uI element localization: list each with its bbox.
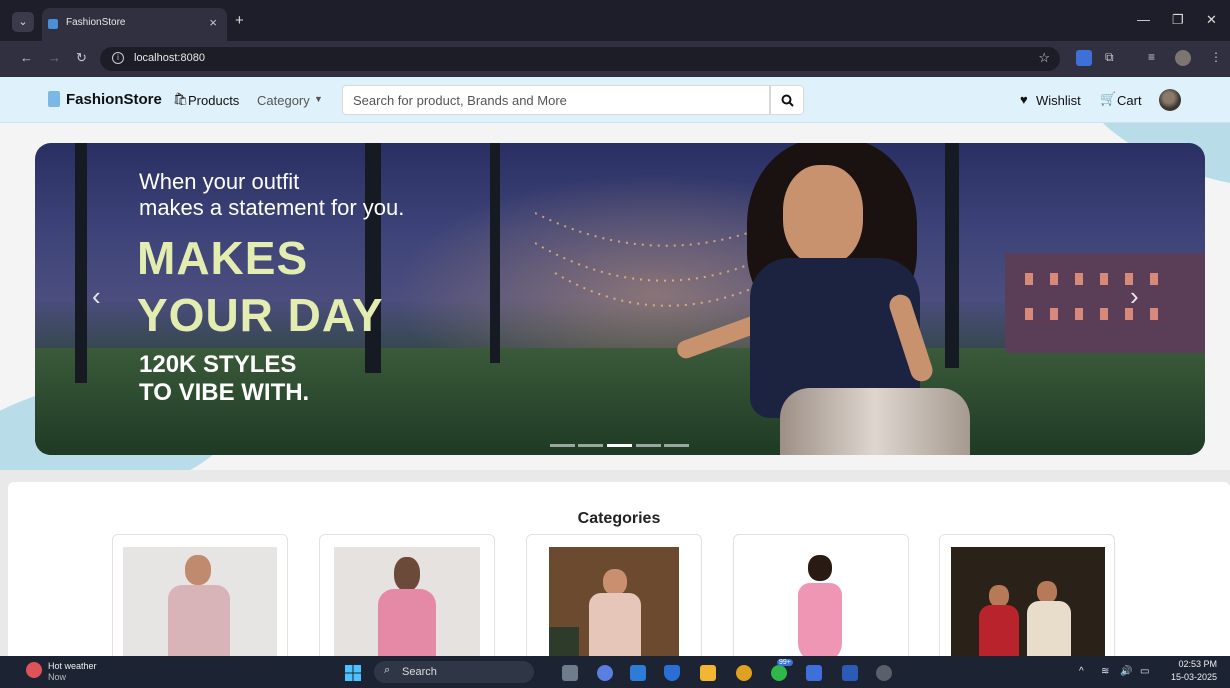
banner-tree — [945, 143, 959, 368]
word-icon[interactable] — [842, 665, 858, 681]
window-close-icon[interactable]: ✕ — [1206, 12, 1217, 28]
search-button[interactable] — [770, 85, 804, 115]
notification-badge: 99+ — [777, 659, 793, 666]
carousel-indicator[interactable] — [550, 444, 575, 447]
profile-avatar-icon[interactable] — [1175, 50, 1191, 66]
search-icon — [781, 94, 794, 107]
carousel-prev-icon[interactable]: ‹ — [92, 281, 101, 312]
back-icon[interactable]: ← — [20, 50, 33, 65]
string-lights — [535, 212, 775, 307]
tab-title: FashionStore — [66, 17, 126, 28]
minimize-icon[interactable]: — — [1137, 12, 1150, 27]
forward-icon[interactable]: → — [48, 50, 61, 65]
category-card-men[interactable] — [112, 534, 288, 664]
hero-section: When your outfit makes a statement for y… — [0, 123, 1230, 470]
browser-tab[interactable]: FashionStore × — [42, 8, 227, 41]
category-image — [744, 547, 898, 663]
weather-title[interactable]: Hot weather — [48, 661, 97, 671]
search-input[interactable] — [342, 85, 770, 115]
address-bar[interactable]: i localhost:8080 ☆ — [100, 47, 1060, 71]
restore-icon[interactable]: ❐ — [1172, 12, 1184, 28]
carousel-next-icon[interactable]: › — [1130, 281, 1139, 312]
file-explorer-icon[interactable] — [700, 665, 716, 681]
model-face — [783, 165, 863, 265]
nav-products-link[interactable]: Products — [188, 93, 239, 108]
brand-logo[interactable]: FashionStore — [66, 91, 162, 108]
os-taskbar: Hot weather Now ⌕ Search 99+ ^ ≋ 🔊 ▭ 02:… — [0, 656, 1230, 688]
category-card-women[interactable] — [319, 534, 495, 664]
banner-building — [1005, 253, 1205, 353]
category-image — [123, 547, 277, 663]
new-tab-icon[interactable]: + — [235, 12, 244, 29]
site-navbar: FashionStore 🛍 Products Category ▼ ♥ Wis… — [0, 77, 1230, 123]
weather-icon[interactable] — [26, 662, 42, 678]
tab-search-button[interactable]: ⌄ — [12, 12, 34, 32]
carousel-indicator[interactable] — [664, 444, 689, 447]
reload-icon[interactable]: ↻ — [76, 50, 87, 66]
model-skirt — [780, 388, 970, 455]
category-card-girls[interactable] — [733, 534, 909, 664]
whatsapp-icon[interactable] — [771, 665, 787, 681]
shopping-bag-icon — [48, 91, 60, 107]
hero-subheadline-2: TO VIBE WITH. — [139, 379, 310, 406]
categories-title: Categories — [577, 510, 661, 527]
products-bag-icon: 🛍 — [173, 92, 189, 106]
carousel-indicator[interactable] — [636, 444, 661, 447]
taskbar-search-label: Search — [402, 666, 437, 678]
bookmark-star-icon[interactable]: ☆ — [1038, 50, 1050, 66]
category-image — [334, 547, 480, 663]
category-image — [549, 547, 679, 663]
cart-link[interactable]: Cart — [1117, 93, 1142, 108]
browser-menu-icon[interactable]: ⋮ — [1210, 50, 1222, 64]
carousel-indicator[interactable] — [578, 444, 603, 447]
clock-date[interactable]: 15-03-2025 — [1165, 672, 1217, 682]
wishlist-link[interactable]: Wishlist — [1036, 93, 1081, 108]
weather-status: Now — [48, 672, 67, 682]
store-icon[interactable] — [630, 665, 646, 681]
defender-icon[interactable] — [664, 665, 680, 681]
heart-icon[interactable]: ♥ — [1020, 92, 1028, 107]
extensions-puzzle-icon[interactable]: ⧉ — [1105, 50, 1114, 65]
hero-banner[interactable]: When your outfit makes a statement for y… — [35, 143, 1205, 455]
search-icon: ⌕ — [384, 664, 391, 676]
copilot-icon[interactable] — [597, 665, 613, 681]
caret-down-icon[interactable]: ▼ — [314, 94, 323, 104]
carousel-indicator-active[interactable] — [607, 444, 632, 447]
address-url[interactable]: localhost:8080 — [134, 52, 205, 64]
wifi-icon[interactable]: ≋ — [1101, 666, 1109, 677]
app-icon[interactable] — [806, 665, 822, 681]
settings-icon[interactable] — [876, 665, 892, 681]
category-card-wedding[interactable] — [939, 534, 1115, 664]
user-avatar[interactable] — [1159, 89, 1181, 111]
extension-icon[interactable] — [1076, 50, 1092, 66]
cart-icon[interactable]: 🛒 — [1100, 91, 1116, 107]
taskbar-search[interactable]: ⌕ Search — [374, 661, 534, 683]
reading-list-icon[interactable]: ≡ — [1148, 50, 1155, 64]
category-image — [951, 547, 1105, 663]
tray-chevron-icon[interactable]: ^ — [1079, 666, 1084, 677]
nav-category-dropdown[interactable]: Category — [257, 93, 310, 108]
chrome-icon[interactable] — [736, 665, 752, 681]
browser-tab-strip: ⌄ FashionStore × + — ❐ ✕ — [0, 0, 1230, 41]
hero-tagline-1: When your outfit — [139, 169, 300, 194]
windows-start-icon[interactable] — [345, 665, 361, 681]
site-info-icon[interactable]: i — [112, 52, 124, 64]
categories-section: Categories — [0, 470, 1230, 664]
tab-close-icon[interactable]: × — [209, 15, 217, 30]
categories-panel: Categories — [8, 482, 1230, 664]
hero-subheadline-1: 120K STYLES — [139, 351, 297, 378]
hero-tagline-2: makes a statement for you. — [139, 195, 405, 220]
banner-tree — [490, 143, 500, 363]
volume-icon[interactable]: 🔊 — [1120, 666, 1132, 677]
favicon-icon — [48, 19, 58, 29]
hero-headline-1: MAKES — [137, 232, 309, 284]
battery-icon[interactable]: ▭ — [1140, 666, 1149, 677]
category-card-boys[interactable] — [526, 534, 702, 664]
browser-toolbar: ← → ↻ i localhost:8080 ☆ ⧉ ≡ ⋮ — [0, 41, 1230, 77]
clock-time[interactable]: 02:53 PM — [1173, 659, 1217, 669]
banner-tree — [75, 143, 87, 383]
hero-headline-2: YOUR DAY — [137, 289, 384, 341]
task-view-icon[interactable] — [562, 665, 578, 681]
